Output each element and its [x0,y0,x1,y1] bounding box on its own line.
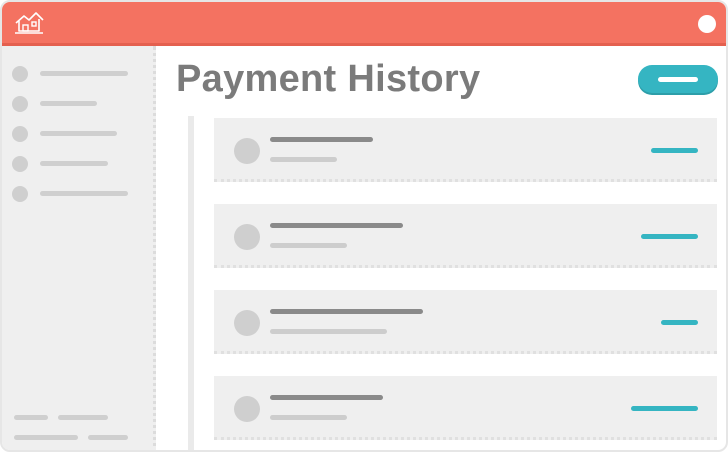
card-title [270,223,403,228]
sidebar-item[interactable] [12,126,142,142]
payment-card[interactable] [214,118,717,182]
sidebar-item-label [40,101,97,106]
card-subtitle [270,157,337,162]
sidebar [2,46,156,450]
sidebar-item[interactable] [12,156,142,172]
house-icon[interactable] [14,10,44,36]
sidebar-item-icon [12,186,28,202]
avatar [234,310,260,336]
sidebar-footer-link[interactable] [58,415,108,420]
sidebar-item[interactable] [12,186,142,202]
card-title [270,309,423,314]
card-subtitle [270,329,387,334]
card-amount [631,406,698,411]
app-window: Payment History [0,0,728,452]
card-title [270,395,383,400]
card-amount [641,234,698,239]
title-bar [2,2,726,46]
page-title: Payment History [176,58,481,100]
card-amount [661,320,698,325]
sidebar-footer-link[interactable] [14,435,78,440]
sidebar-item-icon [12,96,28,112]
card-subtitle [270,415,347,420]
payment-card[interactable] [214,376,717,440]
card-subtitle [270,243,347,248]
primary-action-button[interactable] [638,65,718,93]
avatar [234,138,260,164]
sidebar-item-icon [12,66,28,82]
payment-card[interactable] [214,204,717,268]
sidebar-item-label [40,131,117,136]
sidebar-item[interactable] [12,66,142,82]
payment-card[interactable] [214,290,717,354]
sidebar-item-icon [12,126,28,142]
avatar [234,396,260,422]
timeline-rail [188,116,194,450]
sidebar-item[interactable] [12,96,142,112]
sidebar-item-label [40,161,108,166]
sidebar-footer-link[interactable] [88,435,128,440]
sidebar-footer-link[interactable] [14,415,48,420]
button-label-placeholder [658,77,698,82]
window-control-button[interactable] [698,15,716,33]
sidebar-item-icon [12,156,28,172]
sidebar-item-label [40,71,128,76]
card-amount [651,148,698,153]
avatar [234,224,260,250]
card-title [270,137,373,142]
sidebar-item-label [40,191,128,196]
